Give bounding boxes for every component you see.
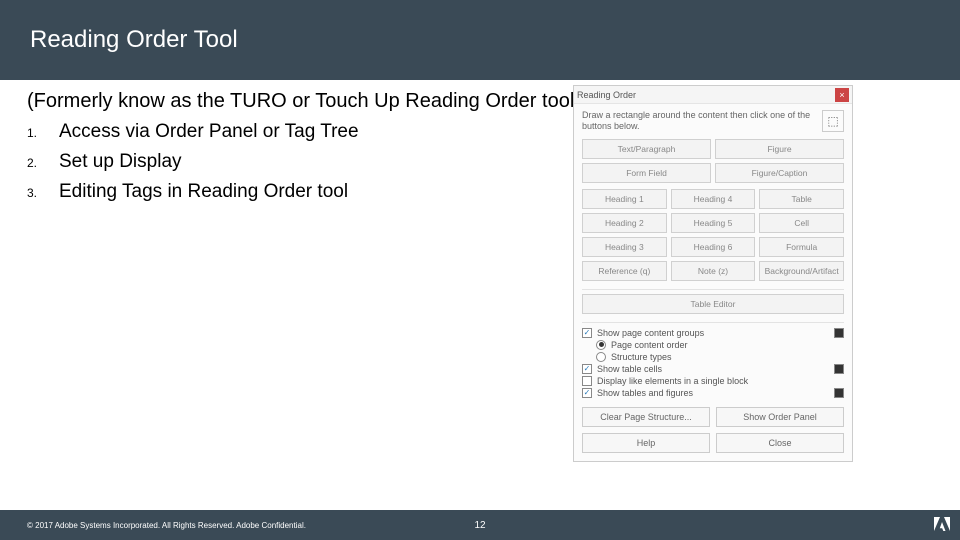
dialog-titlebar: Reading Order × xyxy=(574,86,852,104)
page-content-order-option[interactable]: Page content order xyxy=(574,339,852,351)
heading3-button[interactable]: Heading 3 xyxy=(582,237,667,257)
note-button[interactable]: Note (z) xyxy=(671,261,756,281)
checkbox-icon: ✓ xyxy=(582,388,592,398)
step-label: Editing Tags in Reading Order tool xyxy=(59,181,348,203)
checkbox-icon: ✓ xyxy=(582,328,592,338)
step-label: Set up Display xyxy=(59,151,182,173)
separator xyxy=(582,289,844,290)
dialog-title: Reading Order xyxy=(577,90,835,100)
figure-button[interactable]: Figure xyxy=(715,139,844,159)
table-editor-button[interactable]: Table Editor xyxy=(582,294,844,314)
close-button[interactable]: × xyxy=(835,88,849,102)
display-block-option[interactable]: Display like elements in a single block xyxy=(574,375,852,387)
slide-footer: © 2017 Adobe Systems Incorporated. All R… xyxy=(0,510,960,540)
step-label: Access via Order Panel or Tag Tree xyxy=(59,121,359,143)
show-tables-figures-option[interactable]: ✓ Show tables and figures xyxy=(574,387,852,399)
heading6-button[interactable]: Heading 6 xyxy=(671,237,756,257)
selection-tool-icon[interactable]: ⬚ xyxy=(822,110,844,132)
dialog-instruction: Draw a rectangle around the content then… xyxy=(582,110,816,133)
radio-icon xyxy=(596,352,606,362)
step-number: 3. xyxy=(27,186,59,200)
figure-caption-button[interactable]: Figure/Caption xyxy=(715,163,844,183)
reference-button[interactable]: Reference (q) xyxy=(582,261,667,281)
step-number: 1. xyxy=(27,126,59,140)
color-swatch[interactable] xyxy=(834,364,844,374)
slide-title-bar: Reading Order Tool xyxy=(0,0,960,80)
heading-grid: Heading 1 Heading 4 Table Heading 2 Head… xyxy=(574,189,852,285)
show-order-panel-button[interactable]: Show Order Panel xyxy=(716,407,844,427)
heading1-button[interactable]: Heading 1 xyxy=(582,189,667,209)
heading2-button[interactable]: Heading 2 xyxy=(582,213,667,233)
table-button[interactable]: Table xyxy=(759,189,844,209)
step-number: 2. xyxy=(27,156,59,170)
option-label: Show page content groups xyxy=(597,328,704,338)
tag-button-row: Text/Paragraph Figure Form Field Figure/… xyxy=(574,139,852,189)
separator xyxy=(582,322,844,323)
adobe-logo-icon xyxy=(934,517,950,533)
slide-title: Reading Order Tool xyxy=(30,26,238,54)
dialog-footer: Clear Page Structure... Show Order Panel… xyxy=(574,399,852,461)
color-swatch[interactable] xyxy=(834,388,844,398)
cell-button[interactable]: Cell xyxy=(759,213,844,233)
checkbox-icon xyxy=(582,376,592,386)
reading-order-dialog: Reading Order × Draw a rectangle around … xyxy=(573,85,853,462)
color-swatch[interactable] xyxy=(834,328,844,338)
show-table-cells-option[interactable]: ✓ Show table cells xyxy=(574,363,852,375)
structure-types-option[interactable]: Structure types xyxy=(574,351,852,363)
form-field-button[interactable]: Form Field xyxy=(582,163,711,183)
copyright-text: © 2017 Adobe Systems Incorporated. All R… xyxy=(0,521,306,530)
page-number: 12 xyxy=(474,520,485,531)
help-button[interactable]: Help xyxy=(582,433,710,453)
background-button[interactable]: Background/Artifact xyxy=(759,261,844,281)
text-paragraph-button[interactable]: Text/Paragraph xyxy=(582,139,711,159)
dialog-instruction-row: Draw a rectangle around the content then… xyxy=(574,104,852,139)
radio-icon xyxy=(596,340,606,350)
clear-structure-button[interactable]: Clear Page Structure... xyxy=(582,407,710,427)
option-label: Display like elements in a single block xyxy=(597,376,748,386)
checkbox-icon: ✓ xyxy=(582,364,592,374)
table-editor-row: Table Editor xyxy=(574,294,852,318)
formula-button[interactable]: Formula xyxy=(759,237,844,257)
option-label: Structure types xyxy=(611,352,672,362)
close-dialog-button[interactable]: Close xyxy=(716,433,844,453)
option-label: Show table cells xyxy=(597,364,662,374)
option-label: Show tables and figures xyxy=(597,388,693,398)
heading5-button[interactable]: Heading 5 xyxy=(671,213,756,233)
heading4-button[interactable]: Heading 4 xyxy=(671,189,756,209)
show-groups-option[interactable]: ✓ Show page content groups xyxy=(574,327,852,339)
option-label: Page content order xyxy=(611,340,688,350)
